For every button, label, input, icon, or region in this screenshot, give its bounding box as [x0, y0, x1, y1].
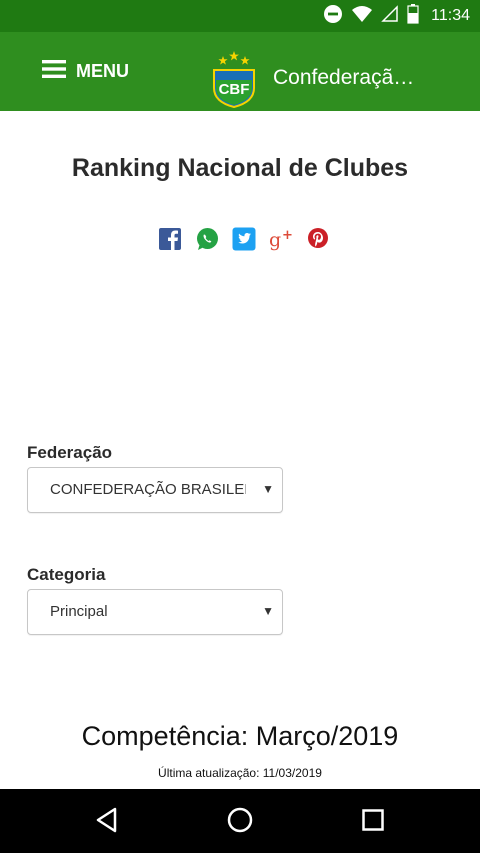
home-icon: [226, 806, 254, 839]
federacao-select-value: CONFEDERAÇÃO BRASILEIRA: [50, 481, 246, 498]
status-icons: 11:34: [323, 0, 470, 32]
svg-text:g: g: [269, 229, 281, 251]
back-button[interactable]: [90, 805, 124, 839]
home-button[interactable]: [223, 805, 257, 839]
share-bar: g +: [158, 226, 330, 252]
menu-button[interactable]: MENU: [42, 56, 129, 86]
svg-text:+: +: [282, 228, 293, 243]
dropdown-arrow-icon: ▼: [262, 604, 274, 618]
recents-button[interactable]: [356, 805, 390, 839]
twitter-icon[interactable]: [232, 227, 256, 251]
logo-text: CBF: [219, 81, 250, 98]
whatsapp-icon[interactable]: [195, 227, 219, 251]
cbf-logo[interactable]: CBF: [210, 50, 258, 109]
do-not-disturb-icon: [323, 4, 343, 29]
categoria-select[interactable]: Principal ▼: [27, 589, 283, 635]
categoria-select-value: Principal: [50, 603, 108, 620]
navigation-bar: [0, 789, 480, 853]
categoria-label: Categoria: [27, 565, 106, 584]
last-updated-text: Última atualização: 11/03/2019: [158, 766, 322, 780]
menu-label: MENU: [76, 60, 129, 81]
google-plus-icon[interactable]: g +: [269, 227, 293, 251]
hamburger-icon: [42, 59, 66, 84]
wifi-icon: [351, 5, 373, 28]
pinterest-icon[interactable]: [306, 227, 330, 251]
battery-icon: [407, 3, 419, 29]
page-title: Ranking Nacional de Clubes: [71, 154, 409, 182]
dropdown-arrow-icon: ▼: [262, 482, 274, 496]
app-header: MENU CBF Confederaçã…: [0, 32, 480, 111]
back-icon: [94, 806, 120, 839]
facebook-icon[interactable]: [158, 227, 182, 251]
header-title: Confederaçã…: [273, 66, 415, 89]
federacao-label: Federação: [27, 443, 113, 462]
status-bar: 11:34: [0, 0, 480, 32]
recents-icon: [361, 808, 385, 837]
federacao-select[interactable]: CONFEDERAÇÃO BRASILEIRA ▼: [27, 467, 283, 513]
competencia-heading: Competência: Março/2019: [81, 721, 399, 751]
status-time: 11:34: [431, 7, 470, 24]
signal-icon: [381, 4, 399, 28]
